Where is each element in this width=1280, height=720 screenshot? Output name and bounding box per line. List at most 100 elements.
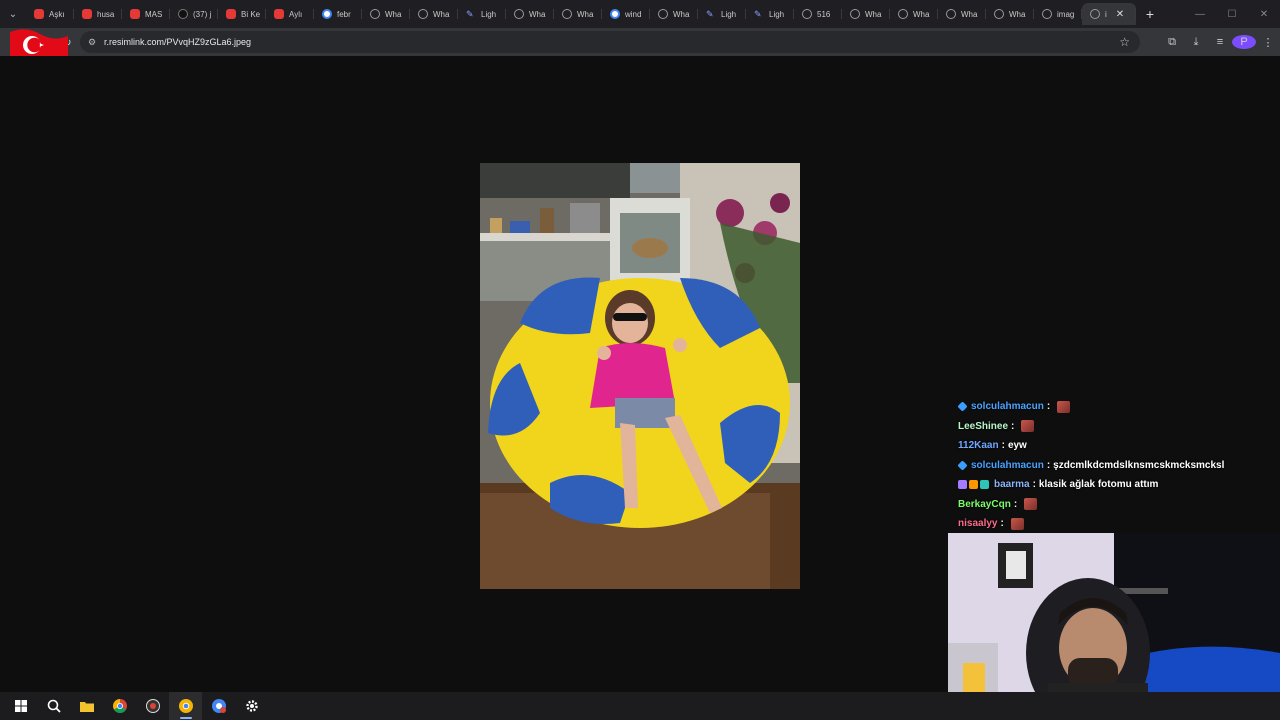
subscriber-badge-icon xyxy=(957,401,968,412)
windows-start-icon[interactable] xyxy=(4,692,37,720)
browser-tab[interactable]: Wha xyxy=(938,3,986,25)
tab-title: (37) j xyxy=(193,9,212,19)
globe-icon xyxy=(898,9,908,19)
browser-tab[interactable]: Aylı xyxy=(266,3,314,25)
chat-username: BerkayCqn xyxy=(958,498,1011,510)
menu-icon[interactable]: ⋮ xyxy=(1256,36,1280,49)
browser-tab[interactable]: wind xyxy=(602,3,650,25)
tiktok-icon xyxy=(178,9,188,19)
globe-icon xyxy=(994,9,1004,19)
pen-icon: ✎ xyxy=(754,9,762,19)
chrome-profile-icon[interactable] xyxy=(202,692,235,720)
new-tab-button[interactable]: + xyxy=(1136,6,1164,22)
tab-title: Ligh xyxy=(769,9,785,19)
file-explorer-icon[interactable] xyxy=(70,692,103,720)
browser-tab[interactable]: febr xyxy=(314,3,362,25)
chat-username: baarma xyxy=(994,479,1030,491)
window-controls: — ☐ ✕ xyxy=(1184,9,1280,20)
google-icon xyxy=(322,9,332,19)
subscriber-badge-icon xyxy=(957,460,968,471)
browser-tab[interactable]: ✎ Ligh xyxy=(458,3,506,25)
browser-tab[interactable]: imag xyxy=(1034,3,1082,25)
tab-title: Aylı xyxy=(289,9,303,19)
tab-title: Ligh xyxy=(481,9,497,19)
chat-text: şzdcmlkdcmdslknsmcskmcksmcksl xyxy=(1053,459,1225,471)
chat-separator: : xyxy=(1001,440,1005,452)
youtube-icon xyxy=(34,9,44,19)
toolbar-actions: ⧉ ⤓ ≡ P ⋮ xyxy=(1160,28,1280,56)
chat-username: solculahmacun xyxy=(971,401,1044,413)
chat-text: eyw xyxy=(1007,440,1027,452)
browser-tab[interactable]: Aşkı xyxy=(26,3,74,25)
browser-tab-strip: ⌄ Aşkı husa MAS (37) j Bi Ke Aylı febr Wha Wha ✎ L… xyxy=(0,0,1280,28)
youtube-icon xyxy=(274,9,284,19)
tab-title: Aşkı xyxy=(49,9,65,19)
address-bar[interactable]: ⚙ r.resimlink.com/PVvqHZ9zGLa6.jpeg ☆ xyxy=(80,31,1140,53)
browser-tab[interactable]: Wha xyxy=(890,3,938,25)
tab-search-icon[interactable]: ⌄ xyxy=(0,0,26,28)
site-info-icon[interactable]: ⚙ xyxy=(88,37,104,48)
browser-tab[interactable]: Bi Ke xyxy=(218,3,266,25)
tab-title: husa xyxy=(97,9,115,19)
globe-icon xyxy=(562,9,572,19)
chat-emote-icon xyxy=(1021,420,1035,433)
stream-chat-overlay: solculahmacun: LeeShinee:112Kaan: eyw solcu… xyxy=(957,397,1278,534)
browser-tab[interactable]: ✎ Ligh xyxy=(746,3,794,25)
browser-tab[interactable]: Wha xyxy=(554,3,602,25)
url-text[interactable]: r.resimlink.com/PVvqHZ9zGLa6.jpeg xyxy=(104,37,251,47)
chrome-active-icon[interactable] xyxy=(169,692,202,720)
browser-tab[interactable]: Wha xyxy=(506,3,554,25)
browser-tab[interactable]: (37) j xyxy=(170,3,218,25)
minimize-icon[interactable]: — xyxy=(1184,9,1216,20)
close-tab-icon[interactable]: ✕ xyxy=(1116,9,1124,20)
browser-tab[interactable]: Wha xyxy=(410,3,458,25)
bookmark-star-icon[interactable]: ☆ xyxy=(1119,35,1130,49)
webcam-overlay xyxy=(948,533,1280,692)
maximize-icon[interactable]: ☐ xyxy=(1216,9,1248,20)
tab-title: Wha xyxy=(865,9,882,19)
chat-message: solculahmacun: şzdcmlkdcmdslknsmcskmcksmc… xyxy=(957,456,1278,476)
globe-icon xyxy=(850,9,860,19)
chat-separator: : xyxy=(1032,479,1036,491)
globe-icon xyxy=(946,9,956,19)
chat-badge-icon xyxy=(980,480,989,490)
chat-message: solculahmacun: xyxy=(957,397,1278,417)
chat-text: klasik ağlak fotomu attım xyxy=(1038,479,1159,491)
tab-title: febr xyxy=(337,9,351,19)
tab-title: Wha xyxy=(385,9,402,19)
browser-tab[interactable]: Wha xyxy=(362,3,410,25)
settings-icon[interactable] xyxy=(235,692,268,720)
tab-title: Wha xyxy=(1009,9,1026,19)
tab-title: Ligh xyxy=(721,9,737,19)
browser-tab[interactable]: i ✕ xyxy=(1082,3,1136,25)
browser-tab[interactable]: Wha xyxy=(986,3,1034,25)
tab-title: i xyxy=(1105,9,1107,19)
windows-taskbar xyxy=(0,692,1280,720)
close-window-icon[interactable]: ✕ xyxy=(1248,9,1280,20)
chat-message: LeeShinee: xyxy=(958,417,1278,437)
chat-separator: : xyxy=(1046,401,1051,413)
tab-title: Wha xyxy=(913,9,930,19)
chat-message: BerkayCqn: xyxy=(958,495,1278,515)
globe-icon xyxy=(418,9,428,19)
chrome-alt-icon[interactable] xyxy=(136,692,169,720)
extensions-icon[interactable]: ⧉ xyxy=(1160,36,1184,49)
search-icon[interactable] xyxy=(37,692,70,720)
globe-icon xyxy=(514,9,524,19)
browser-tab[interactable]: 516 xyxy=(794,3,842,25)
chat-emote-icon xyxy=(1057,400,1071,413)
browser-tab[interactable]: Wha xyxy=(650,3,698,25)
browser-tab[interactable]: Wha xyxy=(842,3,890,25)
media-controls-icon[interactable]: ≡ xyxy=(1208,36,1232,48)
tab-title: Wha xyxy=(577,9,594,19)
tab-title: Wha xyxy=(961,9,978,19)
chat-username: nisaalyy xyxy=(958,518,998,530)
browser-tab[interactable]: husa xyxy=(74,3,122,25)
chat-badge-icon xyxy=(969,480,978,490)
avatar[interactable]: P xyxy=(1232,35,1256,49)
browser-tab[interactable]: ✎ Ligh xyxy=(698,3,746,25)
chrome-icon[interactable] xyxy=(103,692,136,720)
download-icon[interactable]: ⤓ xyxy=(1184,36,1208,49)
tab-title: Wha xyxy=(673,9,690,19)
browser-tab[interactable]: MAS xyxy=(122,3,170,25)
